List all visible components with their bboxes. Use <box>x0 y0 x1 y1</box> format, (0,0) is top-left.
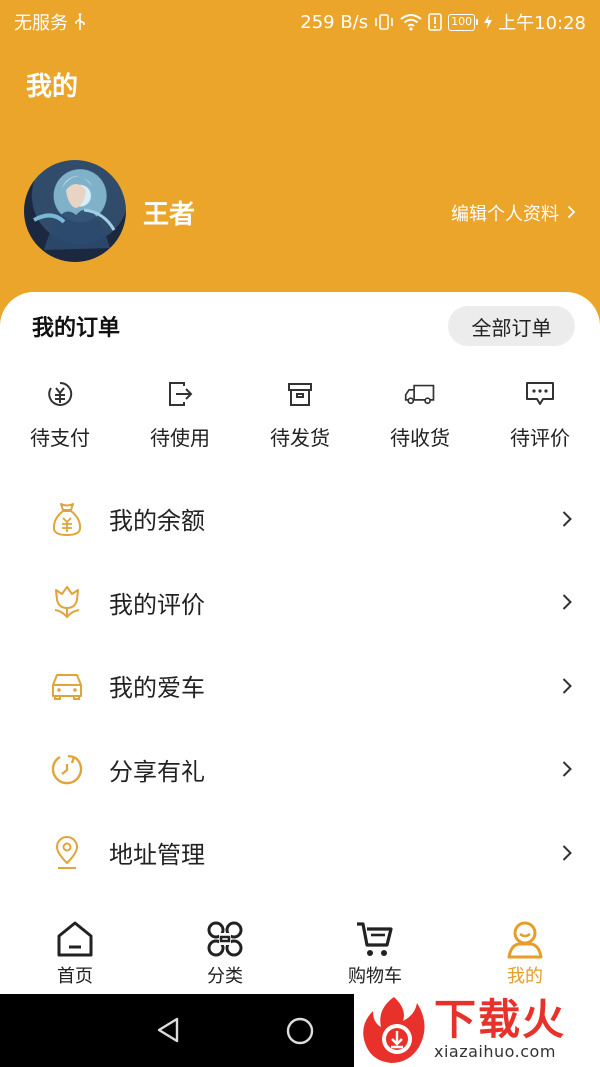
edit-profile-link[interactable]: 编辑个人资料 <box>451 200 576 226</box>
tab-cart[interactable]: 购物车 <box>300 912 450 994</box>
net-speed-text: 259 B/s <box>300 11 369 33</box>
chevron-right-icon <box>567 203 576 224</box>
order-pending-review[interactable]: 待评价 <box>480 378 600 451</box>
home-icon <box>54 918 96 960</box>
menu-item-label: 我的爱车 <box>109 674 205 703</box>
watermark-cn: 下载火 <box>434 995 567 1044</box>
edit-profile-label: 编辑个人资料 <box>451 204 559 225</box>
order-status-label: 待使用 <box>150 426 210 450</box>
cart-icon <box>354 918 396 960</box>
tab-category[interactable]: 分类 <box>150 912 300 994</box>
order-status-label: 待发货 <box>270 426 330 450</box>
tulip-icon <box>48 583 86 621</box>
order-status-label: 待收货 <box>390 426 450 450</box>
wifi-icon <box>400 13 422 31</box>
avatar[interactable] <box>24 160 126 262</box>
order-status-label: 待支付 <box>30 426 90 450</box>
vibrate-icon <box>374 13 394 31</box>
box-icon <box>284 378 316 410</box>
order-status-row: 待支付 待使用 待发货 待收货 待评价 <box>0 378 600 451</box>
chevron-right-icon <box>562 759 576 779</box>
menu-item-label: 分享有礼 <box>109 757 205 786</box>
orders-title: 我的订单 <box>32 316 121 341</box>
user-icon <box>504 918 546 960</box>
order-pending-receipt[interactable]: 待收货 <box>360 378 480 451</box>
chevron-right-icon <box>562 509 576 529</box>
home-circle-icon[interactable] <box>285 1016 315 1050</box>
tab-label: 购物车 <box>348 966 402 987</box>
refresh-icon <box>48 750 86 788</box>
flame-logo-icon <box>354 994 434 1066</box>
tab-profile[interactable]: 我的 <box>450 912 600 994</box>
bottom-tab-bar: 首页 分类 购物车 我的 <box>0 912 600 994</box>
menu-item-reviews[interactable]: 我的评价 <box>0 561 600 645</box>
watermark-en: xiazaihuo.com <box>434 1042 556 1061</box>
chevron-right-icon <box>562 592 576 612</box>
menu-item-my-car[interactable]: 我的爱车 <box>0 644 600 728</box>
car-icon <box>48 667 86 705</box>
status-bar: 无服务 259 B/s 100 上午10:28 <box>0 0 600 44</box>
all-orders-button[interactable]: 全部订单 <box>448 306 575 346</box>
clock-text: 上午10:28 <box>498 13 586 34</box>
location-pin-icon <box>48 834 86 872</box>
menu-item-label: 我的评价 <box>109 590 205 619</box>
menu-item-label: 地址管理 <box>109 841 205 870</box>
menu-item-label: 我的余额 <box>109 507 205 536</box>
charging-icon <box>484 15 493 29</box>
category-icon <box>204 918 246 960</box>
tab-label: 首页 <box>57 966 93 987</box>
truck-icon <box>404 378 436 410</box>
chevron-right-icon <box>562 843 576 863</box>
tab-label: 我的 <box>507 966 543 987</box>
back-icon[interactable] <box>155 1016 181 1048</box>
order-pending-shipment[interactable]: 待发货 <box>240 378 360 451</box>
chevron-right-icon <box>562 676 576 696</box>
money-bag-icon <box>48 500 86 538</box>
watermark: 下载火 xiazaihuo.com <box>354 992 600 1067</box>
menu-item-share[interactable]: 分享有礼 <box>0 728 600 812</box>
order-pending-use[interactable]: 待使用 <box>120 378 240 451</box>
menu-item-address[interactable]: 地址管理 <box>0 811 600 895</box>
exit-box-icon <box>164 378 196 410</box>
user-name: 王者 <box>143 200 196 230</box>
battery-level: 100 <box>448 13 476 31</box>
order-status-label: 待评价 <box>510 426 570 450</box>
order-pending-payment[interactable]: 待支付 <box>0 378 120 451</box>
battery-icon: 100 <box>448 13 479 31</box>
alert-sim-icon <box>428 13 442 31</box>
usb-icon <box>74 13 86 31</box>
page-title: 我的 <box>26 72 79 102</box>
tab-label: 分类 <box>207 966 243 987</box>
menu-item-balance[interactable]: 我的余额 <box>0 477 600 561</box>
tab-home[interactable]: 首页 <box>0 912 150 994</box>
chat-bubble-icon <box>524 378 556 410</box>
carrier-text: 无服务 <box>14 13 68 34</box>
profile-menu: 我的余额 我的评价 我的爱车 分享有礼 地址管理 <box>0 477 600 895</box>
yuan-circle-icon <box>44 378 76 410</box>
